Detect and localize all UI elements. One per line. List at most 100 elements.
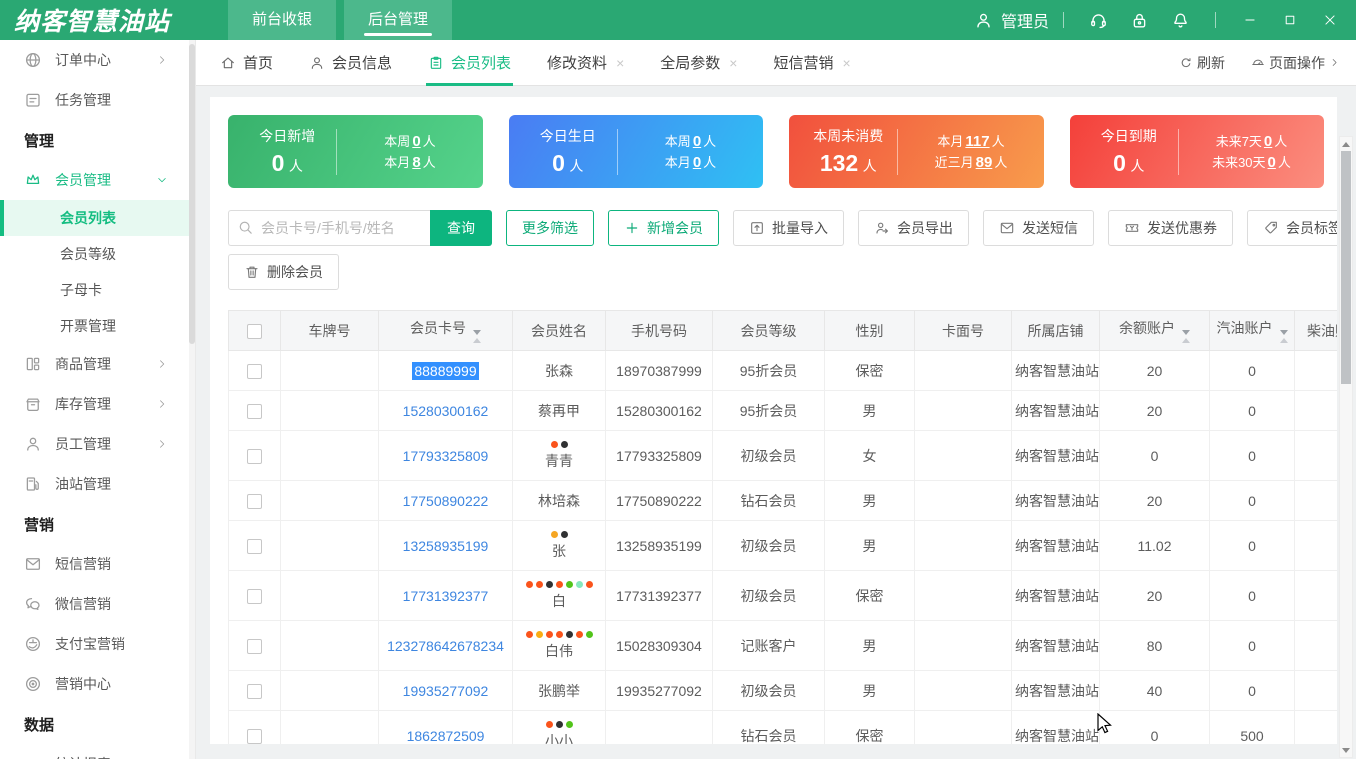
member-card-link[interactable]: 19935277092 — [403, 683, 489, 699]
topnav-item[interactable]: 前台收银 — [228, 0, 336, 40]
row-checkbox[interactable] — [247, 494, 262, 509]
scroll-down-arrow[interactable] — [1340, 744, 1352, 756]
cell-store: 纳客智慧油站 — [1012, 621, 1100, 671]
stat-subvalue[interactable]: 0 — [1268, 154, 1276, 171]
member-card-link[interactable]: 15280300162 — [403, 403, 489, 419]
headset-icon[interactable] — [1089, 11, 1108, 30]
sidebar-subitem-label: 会员列表 — [60, 208, 116, 228]
sidebar-subitem[interactable]: 会员列表 — [0, 200, 195, 236]
sidebar-subitem[interactable]: 子母卡 — [0, 272, 195, 308]
stat-subvalue[interactable]: 0 — [693, 133, 701, 150]
sort-icon[interactable] — [1182, 330, 1190, 343]
column-header-gas[interactable]: 汽油账户 — [1210, 311, 1295, 351]
cell-card: 1862872509 — [379, 711, 513, 745]
row-checkbox[interactable] — [247, 589, 262, 604]
row-checkbox[interactable] — [247, 404, 262, 419]
row-checkbox[interactable] — [247, 639, 262, 654]
delete-member-button[interactable]: 删除会员 — [228, 254, 339, 290]
row-checkbox[interactable] — [247, 449, 262, 464]
select-all-checkbox[interactable] — [247, 324, 262, 339]
search-button[interactable]: 查询 — [430, 210, 492, 246]
stat-subvalue[interactable]: 117 — [965, 133, 989, 150]
page-ops-button[interactable]: 页面操作 — [1251, 53, 1340, 73]
row-checkbox[interactable] — [247, 684, 262, 699]
row-checkbox[interactable] — [247, 729, 262, 744]
tab-close-icon[interactable]: × — [616, 55, 624, 71]
stat-subvalue[interactable]: 89 — [976, 154, 993, 171]
main-scrollbar[interactable] — [1339, 136, 1353, 758]
send-sms-button[interactable]: 发送短信 — [983, 210, 1094, 246]
tab-item[interactable]: 会员列表 — [428, 40, 511, 86]
scroll-thumb[interactable] — [1341, 151, 1351, 384]
sort-icon[interactable] — [473, 330, 481, 343]
sidebar-item-label: 订单中心 — [55, 50, 111, 70]
sidebar-item[interactable]: 商品管理 — [0, 344, 195, 384]
member-card-link[interactable]: 123278642678234 — [387, 638, 504, 654]
add-member-button[interactable]: 新增会员 — [608, 210, 719, 246]
column-header-card[interactable]: 会员卡号 — [379, 311, 513, 351]
member-card-link[interactable]: 13258935199 — [403, 538, 489, 554]
tab-item[interactable]: 修改资料× — [547, 40, 624, 86]
sidebar-item[interactable]: 会员管理 — [0, 160, 195, 200]
sidebar-item[interactable]: 营销中心 — [0, 664, 195, 704]
export-members-button[interactable]: 会员导出 — [858, 210, 969, 246]
search-input[interactable] — [228, 210, 430, 246]
batch-import-button[interactable]: 批量导入 — [733, 210, 844, 246]
cell-store: 纳客智慧油站 — [1012, 711, 1100, 745]
sidebar-scroll-thumb[interactable] — [189, 44, 195, 344]
close-button[interactable] — [1310, 0, 1350, 40]
sidebar-item[interactable]: 任务管理 — [0, 80, 195, 120]
refresh-button[interactable]: 刷新 — [1179, 53, 1225, 73]
member-card-link[interactable]: 17750890222 — [403, 493, 489, 509]
member-card-link[interactable]: 17793325809 — [403, 448, 489, 464]
topnav-item[interactable]: 后台管理 — [344, 0, 452, 40]
member-card-link[interactable]: 17731392377 — [403, 588, 489, 604]
stat-subvalue[interactable]: 8 — [412, 154, 420, 171]
sidebar-item[interactable]: 短信营销 — [0, 544, 195, 584]
cell-level: 95折会员 — [713, 391, 825, 431]
cell-face — [915, 711, 1012, 745]
maximize-button[interactable] — [1270, 0, 1310, 40]
stat-subvalue[interactable]: 0 — [412, 133, 420, 150]
sidebar-scrollbar[interactable] — [189, 40, 195, 759]
tab-item[interactable]: 短信营销× — [773, 40, 850, 86]
row-checkbox[interactable] — [247, 539, 262, 554]
sidebar-subitem[interactable]: 开票管理 — [0, 308, 195, 344]
sort-icon[interactable] — [1280, 330, 1288, 343]
cell-balance: 0 — [1100, 431, 1210, 481]
stat-subvalue[interactable]: 0 — [1264, 133, 1272, 150]
tab-item[interactable]: 全局参数× — [660, 40, 737, 86]
send-coupon-button[interactable]: 发送优惠券 — [1108, 210, 1233, 246]
tab-item[interactable]: 首页 — [220, 40, 273, 86]
sidebar-item[interactable]: 统计报表 — [0, 744, 195, 759]
cell-phone: 17750890222 — [606, 481, 713, 521]
sidebar-item[interactable]: 微信营销 — [0, 584, 195, 624]
row-checkbox[interactable] — [247, 364, 262, 379]
tab-close-icon[interactable]: × — [729, 55, 737, 71]
sidebar-subitem[interactable]: 会员等级 — [0, 236, 195, 272]
member-card-link[interactable]: 1862872509 — [407, 728, 485, 744]
cell-plate — [281, 391, 379, 431]
stat-value: 0 人 — [519, 150, 617, 177]
tab-close-icon[interactable]: × — [842, 55, 850, 71]
stat-subvalue[interactable]: 0 — [693, 154, 701, 171]
member-card-link[interactable]: 88889999 — [412, 362, 478, 380]
column-header-balance[interactable]: 余额账户 — [1100, 311, 1210, 351]
sidebar-item[interactable]: 库存管理 — [0, 384, 195, 424]
bell-icon[interactable] — [1171, 11, 1190, 30]
sms-icon — [999, 220, 1015, 236]
member-tags-button[interactable]: 会员标签 — [1247, 210, 1337, 246]
sidebar-item[interactable]: 订单中心 — [0, 40, 195, 80]
minimize-button[interactable] — [1230, 0, 1270, 40]
mail-icon — [24, 555, 42, 573]
user-menu[interactable]: 管理员 — [974, 8, 1049, 32]
tab-bar: 首页会员信息会员列表修改资料× 全局参数× 短信营销× 刷新 页面操作 — [196, 40, 1356, 86]
scroll-up-arrow[interactable] — [1340, 138, 1352, 150]
lock-icon[interactable] — [1130, 11, 1149, 30]
cell-plate — [281, 351, 379, 391]
tab-item[interactable]: 会员信息 — [309, 40, 392, 86]
sidebar-item[interactable]: 支付宝营销 — [0, 624, 195, 664]
more-filters-button[interactable]: 更多筛选 — [506, 210, 594, 246]
sidebar-item[interactable]: 员工管理 — [0, 424, 195, 464]
sidebar-item[interactable]: 油站管理 — [0, 464, 195, 504]
